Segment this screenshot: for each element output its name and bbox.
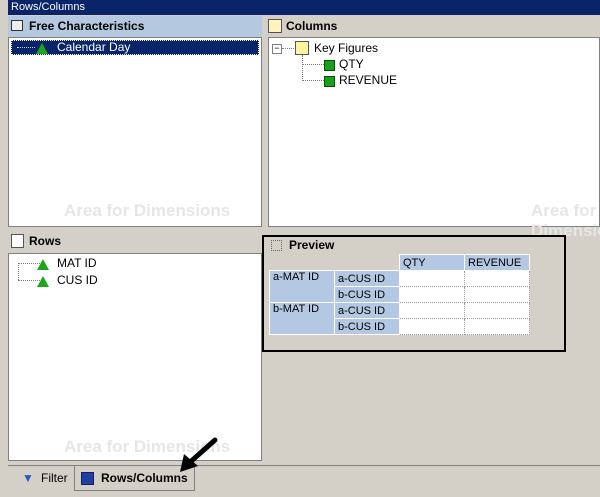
col-header-revenue: REVENUE — [464, 254, 530, 271]
sub-row-header: b-CUS ID — [334, 286, 400, 303]
key-figure-icon — [324, 58, 335, 72]
item-label: Calendar Day — [57, 40, 131, 54]
list-item-calendar-day[interactable]: Calendar Day — [11, 40, 259, 55]
window-title: Rows/Columns — [8, 0, 600, 15]
key-figure-icon — [324, 74, 335, 88]
columns-icon — [268, 19, 282, 33]
free-characteristics-header: Free Characteristics — [8, 16, 262, 37]
rows-icon — [11, 234, 24, 248]
row-header: b-MAT ID — [269, 302, 335, 335]
tab-filter[interactable]: ▼ Filter — [20, 466, 72, 490]
filter-icon: ▼ — [22, 471, 34, 485]
watermark: Area for Dimensions — [64, 201, 231, 220]
rows-header: Rows — [8, 231, 262, 252]
col-header-qty: QTY — [399, 254, 465, 271]
preview-table: QTY REVENUE a-MAT ID a-CUS ID b-CUS ID b-M… — [269, 254, 530, 335]
key-figures-icon — [295, 41, 309, 55]
panel-icon — [11, 20, 23, 31]
sub-row-header: b-CUS ID — [334, 318, 400, 335]
preview-panel: Preview QTY REVENUE a-MAT ID a-CUS ID b-CU… — [262, 235, 566, 352]
rows-columns-icon — [81, 472, 94, 485]
row-item-mat-id[interactable]: MAT ID — [57, 256, 97, 271]
characteristic-icon — [37, 274, 49, 288]
sub-row-header: a-CUS ID — [334, 270, 400, 287]
annotation-arrow — [180, 437, 218, 472]
columns-title: Columns — [286, 19, 338, 33]
row-item-cus-id[interactable]: CUS ID — [57, 273, 98, 288]
characteristic-icon — [37, 257, 49, 271]
row-header: a-MAT ID — [269, 270, 335, 303]
tab-label: Filter — [41, 471, 68, 485]
preview-title: Preview — [289, 238, 335, 252]
free-characteristics-list[interactable]: Calendar Day Area for Dimensions — [8, 37, 262, 227]
key-figures-label[interactable]: Key Figures — [314, 41, 378, 56]
sub-row-header: a-CUS ID — [334, 302, 400, 319]
rows-title: Rows — [29, 234, 62, 248]
characteristic-icon — [36, 41, 48, 55]
columns-header: Columns — [265, 16, 600, 37]
collapse-icon[interactable]: − — [272, 44, 282, 54]
columns-list[interactable]: − Key Figures QTY REVENUE Area for Dimen… — [268, 37, 600, 240]
column-item-revenue[interactable]: REVENUE — [339, 73, 397, 88]
column-item-qty[interactable]: QTY — [339, 57, 364, 72]
free-characteristics-title: Free Characteristics — [29, 19, 145, 33]
